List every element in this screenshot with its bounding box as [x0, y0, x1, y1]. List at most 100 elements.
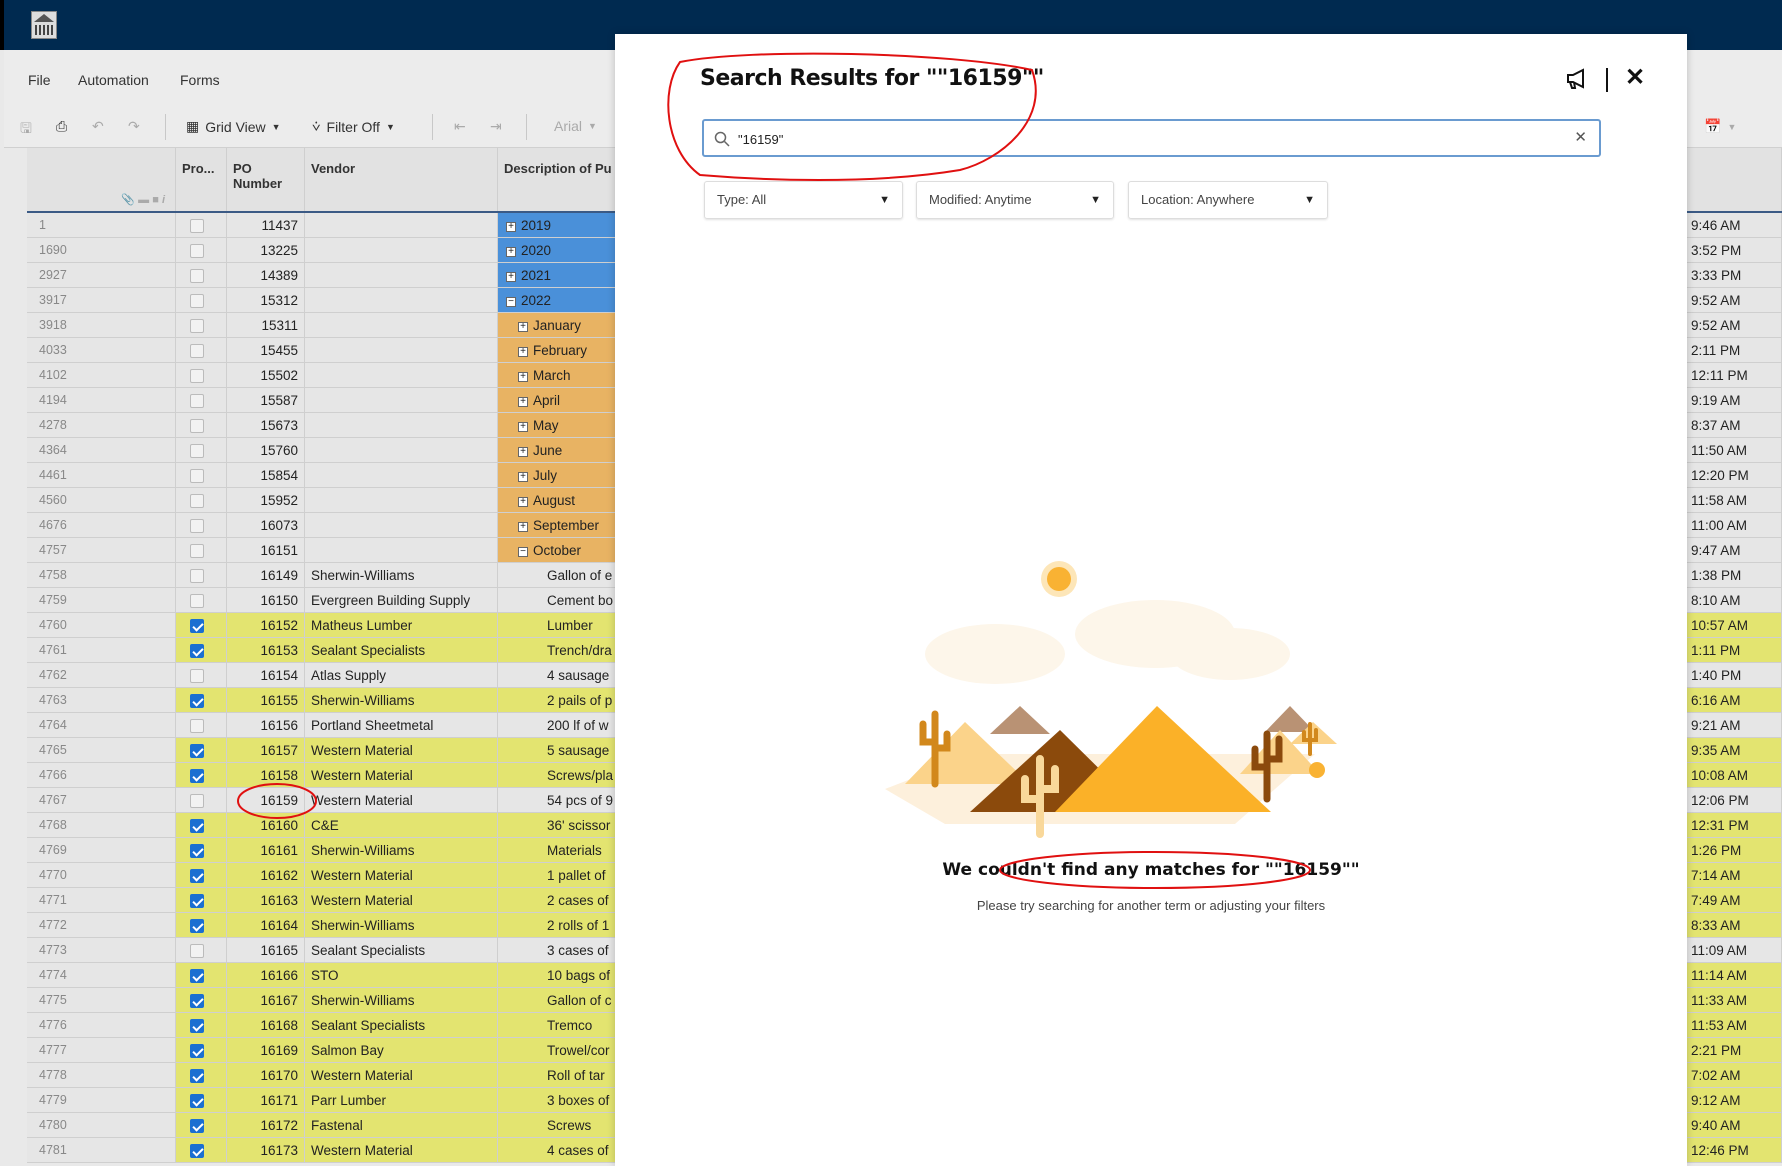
column-header-time[interactable] [1687, 148, 1782, 212]
vendor-cell[interactable] [305, 238, 498, 263]
vendor-cell[interactable]: Western Material [305, 1063, 498, 1088]
checkbox[interactable] [190, 294, 204, 308]
collapse-icon[interactable]: − [518, 547, 528, 557]
po-number-cell[interactable]: 16160 [227, 813, 305, 838]
checkbox[interactable] [190, 344, 204, 358]
checkbox[interactable] [190, 369, 204, 383]
po-number-cell[interactable]: 16156 [227, 713, 305, 738]
checkbox[interactable] [190, 1094, 204, 1108]
time-cell[interactable]: 9:52 AM [1687, 313, 1782, 338]
checkbox-cell[interactable] [176, 863, 227, 888]
time-cell[interactable]: 11:33 AM [1687, 988, 1782, 1013]
po-number-cell[interactable]: 15455 [227, 338, 305, 363]
po-number-cell[interactable]: 15673 [227, 413, 305, 438]
vendor-cell[interactable]: Matheus Lumber [305, 613, 498, 638]
vendor-cell[interactable]: Western Material [305, 863, 498, 888]
vendor-cell[interactable] [305, 313, 498, 338]
location-filter-dropdown[interactable]: Location: Anywhere ▼ [1128, 181, 1328, 219]
checkbox[interactable] [190, 569, 204, 583]
po-number-cell[interactable]: 16173 [227, 1138, 305, 1163]
expand-icon[interactable]: + [506, 272, 516, 282]
vendor-cell[interactable]: Portland Sheetmetal [305, 713, 498, 738]
vendor-cell[interactable] [305, 388, 498, 413]
checkbox-cell[interactable] [176, 463, 227, 488]
filter-button[interactable]: ⩒ Filter Off ▼ [312, 118, 395, 135]
checkbox-cell[interactable] [176, 663, 227, 688]
checkbox-cell[interactable] [176, 738, 227, 763]
time-cell[interactable]: 1:11 PM [1687, 638, 1782, 663]
vendor-cell[interactable] [305, 513, 498, 538]
expand-icon[interactable]: + [506, 222, 516, 232]
po-number-cell[interactable]: 15854 [227, 463, 305, 488]
checkbox-cell[interactable] [176, 1088, 227, 1113]
checkbox-cell[interactable] [176, 238, 227, 263]
vendor-cell[interactable]: Sherwin-Williams [305, 688, 498, 713]
time-cell[interactable]: 12:11 PM [1687, 363, 1782, 388]
time-cell[interactable]: 9:21 AM [1687, 713, 1782, 738]
time-cell[interactable]: 8:33 AM [1687, 913, 1782, 938]
po-number-cell[interactable]: 16165 [227, 938, 305, 963]
time-cell[interactable]: 7:14 AM [1687, 863, 1782, 888]
time-cell[interactable]: 1:38 PM [1687, 563, 1782, 588]
po-number-cell[interactable]: 15952 [227, 488, 305, 513]
checkbox[interactable] [190, 844, 204, 858]
time-cell[interactable]: 3:52 PM [1687, 238, 1782, 263]
vendor-cell[interactable]: Sealant Specialists [305, 938, 498, 963]
po-number-cell[interactable]: 16151 [227, 538, 305, 563]
app-logo[interactable] [31, 11, 57, 39]
clear-icon[interactable]: ✕ [1574, 128, 1587, 146]
time-cell[interactable]: 9:40 AM [1687, 1113, 1782, 1138]
checkbox-cell[interactable] [176, 613, 227, 638]
time-cell[interactable]: 12:20 PM [1687, 463, 1782, 488]
po-number-cell[interactable]: 16163 [227, 888, 305, 913]
collapse-icon[interactable]: − [506, 297, 516, 307]
vendor-cell[interactable] [305, 488, 498, 513]
vendor-cell[interactable]: Sherwin-Williams [305, 988, 498, 1013]
time-cell[interactable]: 11:14 AM [1687, 963, 1782, 988]
megaphone-icon[interactable] [1565, 68, 1589, 90]
po-number-cell[interactable]: 16166 [227, 963, 305, 988]
vendor-cell[interactable] [305, 338, 498, 363]
checkbox[interactable] [190, 944, 204, 958]
checkbox-cell[interactable] [176, 1013, 227, 1038]
expand-icon[interactable]: + [506, 247, 516, 257]
po-number-cell[interactable]: 11437 [227, 213, 305, 238]
time-cell[interactable]: 11:09 AM [1687, 938, 1782, 963]
time-cell[interactable]: 9:12 AM [1687, 1088, 1782, 1113]
po-number-cell[interactable]: 16158 [227, 763, 305, 788]
vendor-cell[interactable]: Sherwin-Williams [305, 913, 498, 938]
vendor-cell[interactable]: Salmon Bay [305, 1038, 498, 1063]
checkbox[interactable] [190, 319, 204, 333]
po-number-cell[interactable]: 16171 [227, 1088, 305, 1113]
time-cell[interactable]: 10:08 AM [1687, 763, 1782, 788]
time-cell[interactable]: 9:46 AM [1687, 213, 1782, 238]
expand-icon[interactable]: + [518, 397, 528, 407]
checkbox-cell[interactable] [176, 763, 227, 788]
checkbox[interactable] [190, 1019, 204, 1033]
calendar-icon[interactable]: 📅 ▼ [1704, 118, 1736, 135]
time-cell[interactable]: 2:21 PM [1687, 1038, 1782, 1063]
po-number-cell[interactable]: 15312 [227, 288, 305, 313]
po-number-cell[interactable]: 16159 [227, 788, 305, 813]
checkbox[interactable] [190, 794, 204, 808]
checkbox-cell[interactable] [176, 313, 227, 338]
po-number-cell[interactable]: 15760 [227, 438, 305, 463]
checkbox[interactable] [190, 994, 204, 1008]
column-header-po-number[interactable]: PO Number [227, 148, 305, 212]
time-cell[interactable]: 12:46 PM [1687, 1138, 1782, 1163]
type-filter-dropdown[interactable]: Type: All ▼ [704, 181, 903, 219]
po-number-cell[interactable]: 16073 [227, 513, 305, 538]
checkbox[interactable] [190, 744, 204, 758]
time-cell[interactable]: 11:50 AM [1687, 438, 1782, 463]
checkbox[interactable] [190, 694, 204, 708]
po-number-cell[interactable]: 16168 [227, 1013, 305, 1038]
checkbox-cell[interactable] [176, 1113, 227, 1138]
search-input[interactable] [738, 127, 1558, 151]
checkbox-cell[interactable] [176, 913, 227, 938]
checkbox-cell[interactable] [176, 938, 227, 963]
vendor-cell[interactable]: STO [305, 963, 498, 988]
checkbox[interactable] [190, 244, 204, 258]
checkbox[interactable] [190, 594, 204, 608]
checkbox-cell[interactable] [176, 1138, 227, 1163]
vendor-cell[interactable]: Sealant Specialists [305, 1013, 498, 1038]
